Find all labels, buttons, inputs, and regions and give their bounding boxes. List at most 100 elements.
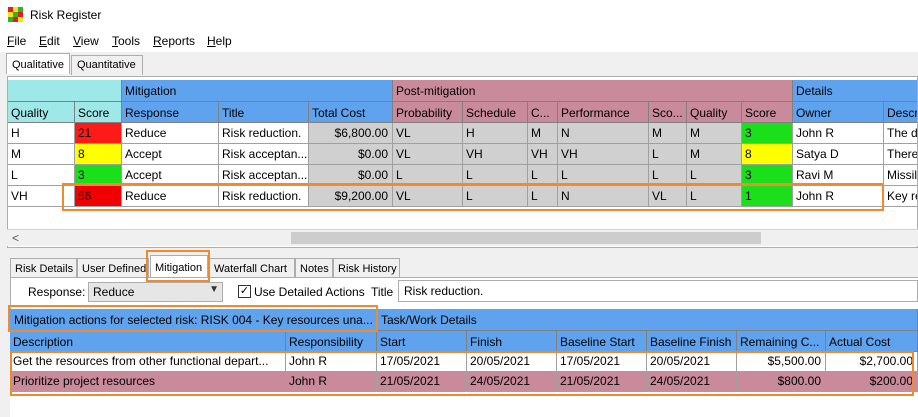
risk-cell-response[interactable]: Reduce: [122, 123, 219, 144]
action-cell-desc[interactable]: Prioritize project resources: [10, 372, 286, 392]
action-column-header-desc[interactable]: Description: [10, 331, 286, 352]
action-column-header-start[interactable]: Start: [377, 331, 467, 352]
menu-file[interactable]: File: [7, 34, 26, 48]
risk-cell-sched[interactable]: VH: [463, 144, 528, 165]
column-header-prob[interactable]: Probability: [393, 102, 463, 123]
column-header-quality[interactable]: Quality: [8, 102, 75, 123]
action-column-header-resp[interactable]: Responsibility: [286, 331, 377, 352]
risk-cell-score[interactable]: 21: [75, 123, 122, 144]
column-header-sched[interactable]: Schedule: [463, 102, 528, 123]
action-cell-start[interactable]: 17/05/2021: [377, 352, 467, 372]
tab-mitigation[interactable]: Mitigation: [150, 255, 208, 277]
action-cell-finish[interactable]: 24/05/2021: [467, 372, 557, 392]
risk-cell-descr[interactable]: The de: [884, 123, 917, 144]
action-cell-start[interactable]: 21/05/2021: [377, 372, 467, 392]
risk-cell-sched[interactable]: H: [463, 123, 528, 144]
chevron-down-icon[interactable]: ▼: [209, 284, 219, 295]
action-cell-bstart[interactable]: 21/05/2021: [557, 372, 647, 392]
column-header-score[interactable]: Score: [75, 102, 122, 123]
risk-cell-sched[interactable]: L: [463, 165, 528, 186]
column-header-title[interactable]: Title: [219, 102, 309, 123]
tab-risk-history[interactable]: Risk History: [333, 258, 400, 278]
scrollbar-thumb[interactable]: [291, 232, 761, 244]
risk-cell-sco[interactable]: L: [649, 165, 687, 186]
menu-edit[interactable]: Edit: [39, 34, 60, 48]
risk-cell-cost[interactable]: $6,800.00: [309, 123, 393, 144]
risk-cell-score[interactable]: 3: [75, 165, 122, 186]
risk-cell-score2[interactable]: 3: [742, 165, 793, 186]
risk-cell-sco[interactable]: VL: [649, 186, 687, 207]
risk-cell-prob[interactable]: L: [393, 165, 463, 186]
risk-cell-quality[interactable]: H: [8, 123, 75, 144]
action-cell-desc[interactable]: Get the resources from other functional …: [10, 352, 286, 372]
tab-qualitative[interactable]: Qualitative: [6, 53, 70, 74]
menu-view[interactable]: View: [73, 34, 99, 48]
risk-cell-sco[interactable]: L: [649, 144, 687, 165]
risk-cell-title[interactable]: Risk reduction.: [219, 186, 309, 207]
action-cell-remaining[interactable]: $800.00: [737, 372, 826, 392]
risk-cell-prob[interactable]: VL: [393, 144, 463, 165]
tab-quantitative[interactable]: Quantitative: [71, 55, 143, 75]
risk-cell-owner[interactable]: John R: [793, 123, 884, 144]
title-field[interactable]: Risk reduction.: [398, 280, 918, 302]
risk-cell-title[interactable]: Risk acceptan...: [219, 165, 309, 186]
risk-cell-qual2[interactable]: M: [687, 123, 742, 144]
column-header-qual2[interactable]: Quality: [687, 102, 742, 123]
menu-help[interactable]: Help: [207, 34, 232, 48]
column-header-descr[interactable]: Descr: [884, 102, 917, 123]
risk-cell-title[interactable]: Risk acceptan...: [219, 144, 309, 165]
use-detailed-actions-checkbox[interactable]: ✓: [238, 285, 251, 298]
column-header-perf[interactable]: Performance: [558, 102, 649, 123]
risk-cell-score[interactable]: 8: [75, 144, 122, 165]
tab-risk-details[interactable]: Risk Details: [10, 258, 77, 278]
risk-cell-c[interactable]: M: [528, 123, 558, 144]
risk-cell-prob[interactable]: VL: [393, 186, 463, 207]
action-column-header-remaining[interactable]: Remaining C...: [737, 331, 826, 352]
action-cell-bfinish[interactable]: 24/05/2021: [647, 372, 737, 392]
risk-cell-c[interactable]: VH: [528, 144, 558, 165]
risk-cell-cost[interactable]: $0.00: [309, 144, 393, 165]
risk-cell-quality[interactable]: L: [8, 165, 75, 186]
action-cell-resp[interactable]: John R: [286, 352, 377, 372]
action-cell-bstart[interactable]: 17/05/2021: [557, 352, 647, 372]
risk-cell-qual2[interactable]: L: [687, 186, 742, 207]
scroll-left-icon[interactable]: <: [12, 231, 19, 245]
tab-waterfall-chart[interactable]: Waterfall Chart: [209, 258, 295, 278]
risk-cell-c[interactable]: L: [528, 186, 558, 207]
risk-cell-owner[interactable]: Ravi M: [793, 165, 884, 186]
risk-cell-owner[interactable]: John R: [793, 186, 884, 207]
column-header-response[interactable]: Response: [122, 102, 219, 123]
menu-tools[interactable]: Tools: [112, 34, 140, 48]
risk-cell-qual2[interactable]: L: [687, 165, 742, 186]
column-header-owner[interactable]: Owner: [793, 102, 884, 123]
menu-reports[interactable]: Reports: [153, 34, 195, 48]
risk-cell-perf[interactable]: VH: [558, 144, 649, 165]
column-header-cost[interactable]: Total Cost: [309, 102, 393, 123]
risk-cell-score2[interactable]: 1: [742, 186, 793, 207]
risk-cell-score[interactable]: 56: [75, 186, 122, 207]
risk-cell-perf[interactable]: L: [558, 165, 649, 186]
risk-cell-response[interactable]: Reduce: [122, 186, 219, 207]
action-column-header-bfinish[interactable]: Baseline Finish: [647, 331, 737, 352]
risk-cell-response[interactable]: Accept: [122, 165, 219, 186]
risk-cell-descr[interactable]: There: [884, 144, 917, 165]
risk-cell-owner[interactable]: Satya D: [793, 144, 884, 165]
risk-cell-cost[interactable]: $0.00: [309, 165, 393, 186]
action-cell-remaining[interactable]: $5,500.00: [737, 352, 826, 372]
tab-user-defined[interactable]: User Defined: [77, 258, 149, 278]
risk-cell-score2[interactable]: 3: [742, 123, 793, 144]
action-column-header-actual[interactable]: Actual Cost: [826, 331, 918, 352]
action-cell-bfinish[interactable]: 20/05/2021: [647, 352, 737, 372]
risk-cell-descr[interactable]: Missil: [884, 165, 917, 186]
risk-cell-c[interactable]: L: [528, 165, 558, 186]
risk-cell-title[interactable]: Risk reduction.: [219, 123, 309, 144]
risk-cell-sched[interactable]: L: [463, 186, 528, 207]
action-column-header-bstart[interactable]: Baseline Start: [557, 331, 647, 352]
risk-cell-quality[interactable]: VH: [8, 186, 75, 207]
risk-cell-quality[interactable]: M: [8, 144, 75, 165]
risk-cell-score2[interactable]: 8: [742, 144, 793, 165]
action-cell-actual[interactable]: $200.00: [826, 372, 918, 392]
response-select[interactable]: Reduce ▼: [88, 282, 223, 302]
action-column-header-finish[interactable]: Finish: [467, 331, 557, 352]
action-cell-resp[interactable]: John R: [286, 372, 377, 392]
